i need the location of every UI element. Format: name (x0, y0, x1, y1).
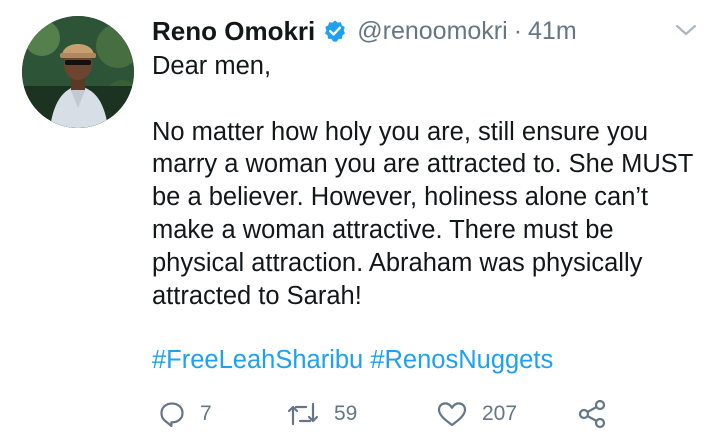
hashtag-freeleahsharibu[interactable]: #FreeLeahSharibu (152, 346, 363, 374)
separator-dot: · (513, 16, 523, 45)
tweet-header: Reno Omokri @renoomokri · 41m (152, 12, 577, 50)
author-handle[interactable]: @renoomokri (357, 17, 507, 46)
retweet-button[interactable]: 59 (286, 396, 357, 432)
reply-count: 7 (200, 402, 212, 425)
hashtag-renosnuggets[interactable]: #RenosNuggets (370, 346, 553, 374)
retweet-icon (287, 402, 319, 426)
tweet-paragraph: No matter how holy you are, still ensure… (152, 117, 693, 310)
hashtag-line: #FreeLeahSharibu #RenosNuggets (152, 344, 553, 376)
share-button[interactable] (576, 396, 608, 432)
tweet-card: Reno Omokri @renoomokri · 41m Dear men, … (0, 0, 720, 432)
profile-photo (22, 16, 134, 128)
retweet-count: 59 (334, 402, 358, 425)
chevron-down-icon[interactable] (674, 22, 698, 38)
reply-button[interactable]: 7 (158, 396, 212, 432)
timestamp[interactable]: 41m (528, 17, 577, 46)
action-bar: 7 59 207 (152, 396, 672, 432)
reply-icon (160, 402, 184, 428)
heart-icon (437, 402, 467, 427)
tweet-greeting: Dear men, (152, 52, 272, 80)
avatar[interactable] (22, 16, 134, 128)
share-icon (578, 399, 606, 429)
like-button[interactable]: 207 (436, 396, 517, 432)
display-name[interactable]: Reno Omokri (152, 16, 315, 47)
like-count: 207 (482, 402, 518, 425)
verified-badge-icon (323, 19, 347, 43)
tweet-text: Dear men, No matter how holy you are, st… (152, 50, 712, 312)
